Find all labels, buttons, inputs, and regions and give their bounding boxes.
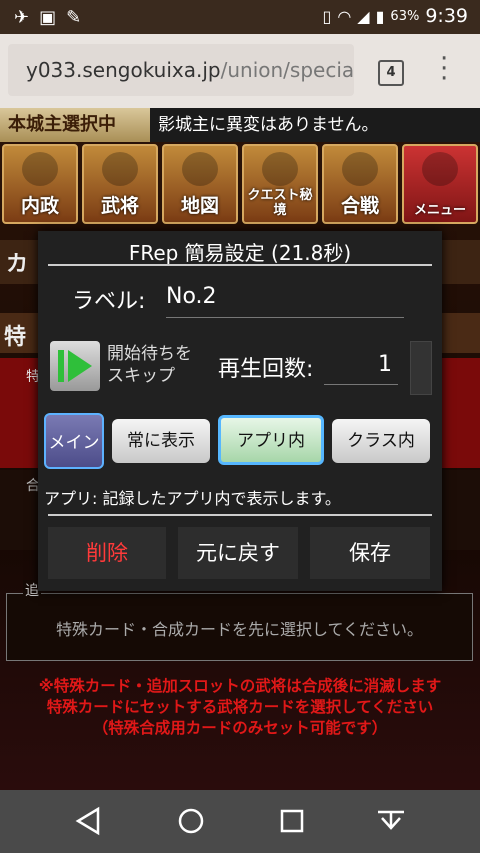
- battle-icon: [342, 152, 378, 186]
- mode-description: アプリ: 記録したアプリ内で表示します。: [44, 489, 341, 508]
- count-spinner[interactable]: [410, 341, 432, 395]
- menu-label: メニュー: [413, 203, 466, 218]
- tab-switcher-button[interactable]: 4: [378, 60, 404, 86]
- notification-icons: ✈▣✎: [14, 7, 92, 28]
- label-caption: ラベル:: [72, 289, 146, 314]
- skip-line: 開始待ちを: [107, 344, 192, 364]
- skip-wait-toggle[interactable]: [50, 341, 100, 391]
- card-select-box[interactable]: 追 特殊カード・合成カードを先に選択してください。: [6, 580, 473, 661]
- menu-label: クエスト秘境: [247, 188, 313, 218]
- delete-button[interactable]: 削除: [48, 527, 166, 579]
- menu-icon: [422, 152, 458, 186]
- select-prompt: 特殊カード・合成カードを先に選択してください。: [55, 620, 424, 639]
- menu-generals-button[interactable]: 武将: [82, 144, 158, 224]
- segment-always[interactable]: 常に表示: [112, 419, 210, 463]
- menu-quest-button[interactable]: クエスト秘境: [242, 144, 318, 224]
- url-field[interactable]: y033.sengokuixa.jp/union/specia: [8, 44, 354, 96]
- section-label: 特: [4, 325, 27, 350]
- back-icon[interactable]: [74, 806, 102, 836]
- menu-domestic-button[interactable]: 内政: [2, 144, 78, 224]
- android-nav-bar: [0, 790, 480, 853]
- menu-map-button[interactable]: 地図: [162, 144, 238, 224]
- domestic-icon: [22, 152, 58, 186]
- menu-battle-button[interactable]: 合戦: [322, 144, 398, 224]
- clock: 9:39: [425, 5, 468, 27]
- status-bar: ✈▣✎ ▯ ◠ ◢ ▮ 63% 9:39: [0, 0, 480, 34]
- menu-label: 武将: [100, 195, 139, 217]
- menu-main-button[interactable]: メニュー: [402, 144, 478, 224]
- segment-in-app[interactable]: アプリ内: [218, 415, 324, 465]
- more-menu-icon[interactable]: · · ·: [440, 46, 448, 92]
- wifi-icon: ◠: [337, 6, 352, 26]
- url-path: /union/specia: [220, 58, 354, 82]
- warning-notes: ※特殊カード・追加スロットの武将は合成後に消滅します 特殊カードにセットする武将…: [0, 676, 480, 739]
- divider: [48, 264, 432, 266]
- menu-label: 地図: [180, 195, 219, 217]
- signal-icon: ◢: [357, 6, 370, 26]
- battery-icon: ▮: [375, 6, 385, 26]
- play-icon: [58, 350, 92, 382]
- revert-button[interactable]: 元に戻す: [178, 527, 298, 579]
- recents-icon[interactable]: [278, 806, 306, 836]
- label-input[interactable]: No.2: [166, 281, 404, 318]
- warning-line: （特殊合成用カードのみセット可能です）: [92, 719, 388, 737]
- menu-label: 合戦: [340, 195, 379, 217]
- warning-line: ※特殊カード・追加スロットの武将は合成後に消滅します: [38, 677, 442, 695]
- battery-percent: 63%: [390, 8, 420, 24]
- quest-icon: [262, 152, 298, 186]
- save-button[interactable]: 保存: [310, 527, 430, 579]
- section-label: カ: [6, 252, 29, 277]
- browser-toolbar: y033.sengokuixa.jp/union/specia 4 · · ·: [0, 34, 480, 108]
- status-right: ▯ ◠ ◢ ▮ 63% 9:39: [323, 5, 468, 27]
- home-icon[interactable]: [176, 806, 206, 836]
- general-icon: [102, 152, 138, 186]
- skip-line: スキップ: [107, 366, 175, 386]
- map-icon: [182, 152, 218, 186]
- url-host: y033.sengokuixa.jp: [26, 58, 221, 82]
- segment-main[interactable]: メイン: [44, 413, 104, 469]
- repeat-count-caption: 再生回数:: [218, 357, 314, 382]
- divider: [48, 514, 432, 516]
- dialog-title: FRep 簡易設定 (21.8秒): [128, 241, 352, 265]
- warning-line: 特殊カードにセットする武将カードを選択してください: [46, 698, 434, 716]
- repeat-count-input[interactable]: 1: [324, 347, 398, 385]
- menu-label: 内政: [20, 195, 59, 217]
- keyboard-hide-icon[interactable]: [374, 806, 408, 836]
- game-menu: 内政 武将 地図 クエスト秘境 合戦 メニュー: [0, 144, 480, 224]
- skip-wait-label: 開始待ちを スキップ: [107, 343, 192, 387]
- frep-settings-dialog: FRep 簡易設定 (21.8秒) ラベル: No.2 開始待ちを スキップ 再…: [38, 231, 442, 591]
- castle-status-text: 影城主に異変はありません。: [158, 115, 379, 135]
- castle-ribbon: 本城主選択中 影城主に異変はありません。: [0, 108, 480, 142]
- castle-selection-label[interactable]: 本城主選択中: [0, 108, 150, 142]
- vibrate-icon: ▯: [322, 6, 332, 26]
- segment-in-class[interactable]: クラス内: [332, 419, 430, 463]
